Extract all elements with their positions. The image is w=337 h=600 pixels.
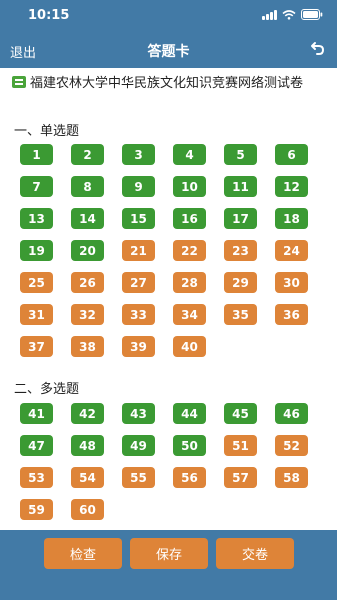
- question-57-button[interactable]: 57: [224, 467, 257, 488]
- question-3-button[interactable]: 3: [122, 144, 155, 165]
- question-27-button[interactable]: 27: [122, 272, 155, 293]
- nav-bar: 退出 答题卡: [0, 32, 337, 68]
- question-46-button[interactable]: 46: [275, 403, 308, 424]
- question-43-button[interactable]: 43: [122, 403, 155, 424]
- question-30-button[interactable]: 30: [275, 272, 308, 293]
- section-title-single: 一、单选题: [14, 124, 80, 139]
- question-37-button[interactable]: 37: [20, 336, 53, 357]
- status-time: 10:15: [28, 8, 70, 23]
- question-18-button[interactable]: 18: [275, 208, 308, 229]
- signal-icon: [262, 9, 277, 20]
- question-6-button[interactable]: 6: [275, 144, 308, 165]
- check-button[interactable]: 检查: [44, 538, 122, 569]
- save-button[interactable]: 保存: [130, 538, 208, 569]
- question-29-button[interactable]: 29: [224, 272, 257, 293]
- question-grid-multi: 41 42 43 44 45 46 47 48 49 50 51 52 53 54 55 56 57 58 59 60: [20, 403, 320, 520]
- question-grid-single: 1 2 3 4 5 6 7 8 9 10 11 12 13 14 15 16 17 18 19 20 21 22 23 24 2…: [20, 144, 320, 357]
- question-56-button[interactable]: 56: [173, 467, 206, 488]
- document-icon: [12, 76, 26, 88]
- question-21-button[interactable]: 21: [122, 240, 155, 261]
- question-12-button[interactable]: 12: [275, 176, 308, 197]
- question-38-button[interactable]: 38: [71, 336, 104, 357]
- status-icons: [262, 9, 323, 20]
- question-55-button[interactable]: 55: [122, 467, 155, 488]
- battery-icon: [301, 9, 323, 20]
- question-52-button[interactable]: 52: [275, 435, 308, 456]
- question-28-button[interactable]: 28: [173, 272, 206, 293]
- question-32-button[interactable]: 32: [71, 304, 104, 325]
- section-title-multi: 二、多选题: [14, 382, 80, 397]
- question-9-button[interactable]: 9: [122, 176, 155, 197]
- question-49-button[interactable]: 49: [122, 435, 155, 456]
- question-19-button[interactable]: 19: [20, 240, 53, 261]
- question-59-button[interactable]: 59: [20, 499, 53, 520]
- question-50-button[interactable]: 50: [173, 435, 206, 456]
- question-24-button[interactable]: 24: [275, 240, 308, 261]
- question-20-button[interactable]: 20: [71, 240, 104, 261]
- exam-title: 福建农林大学中华民族文化知识竞赛网络测试卷: [12, 74, 330, 94]
- wifi-icon: [282, 9, 296, 20]
- question-35-button[interactable]: 35: [224, 304, 257, 325]
- question-40-button[interactable]: 40: [173, 336, 206, 357]
- question-17-button[interactable]: 17: [224, 208, 257, 229]
- question-25-button[interactable]: 25: [20, 272, 53, 293]
- question-60-button[interactable]: 60: [71, 499, 104, 520]
- page-title: 答题卡: [147, 44, 190, 60]
- status-bar: 10:15: [0, 0, 337, 32]
- question-5-button[interactable]: 5: [224, 144, 257, 165]
- question-58-button[interactable]: 58: [275, 467, 308, 488]
- question-33-button[interactable]: 33: [122, 304, 155, 325]
- question-36-button[interactable]: 36: [275, 304, 308, 325]
- submit-button[interactable]: 交卷: [216, 538, 294, 569]
- question-23-button[interactable]: 23: [224, 240, 257, 261]
- question-11-button[interactable]: 11: [224, 176, 257, 197]
- question-10-button[interactable]: 10: [173, 176, 206, 197]
- question-54-button[interactable]: 54: [71, 467, 104, 488]
- question-48-button[interactable]: 48: [71, 435, 104, 456]
- question-47-button[interactable]: 47: [20, 435, 53, 456]
- question-31-button[interactable]: 31: [20, 304, 53, 325]
- exam-title-text: 福建农林大学中华民族文化知识竞赛网络测试卷: [30, 76, 304, 91]
- bottom-action-bar: 检查 保存 交卷: [0, 530, 337, 600]
- question-13-button[interactable]: 13: [20, 208, 53, 229]
- question-2-button[interactable]: 2: [71, 144, 104, 165]
- question-53-button[interactable]: 53: [20, 467, 53, 488]
- question-16-button[interactable]: 16: [173, 208, 206, 229]
- exit-button[interactable]: 退出: [10, 42, 36, 61]
- question-44-button[interactable]: 44: [173, 403, 206, 424]
- answer-sheet: 福建农林大学中华民族文化知识竞赛网络测试卷 一、单选题 1 2 3 4 5 6 7 8 9 10 1…: [0, 68, 337, 530]
- question-15-button[interactable]: 15: [122, 208, 155, 229]
- question-34-button[interactable]: 34: [173, 304, 206, 325]
- question-22-button[interactable]: 22: [173, 240, 206, 261]
- question-14-button[interactable]: 14: [71, 208, 104, 229]
- question-42-button[interactable]: 42: [71, 403, 104, 424]
- question-26-button[interactable]: 26: [71, 272, 104, 293]
- undo-icon[interactable]: [307, 40, 327, 60]
- question-41-button[interactable]: 41: [20, 403, 53, 424]
- question-4-button[interactable]: 4: [173, 144, 206, 165]
- question-7-button[interactable]: 7: [20, 176, 53, 197]
- question-8-button[interactable]: 8: [71, 176, 104, 197]
- question-51-button[interactable]: 51: [224, 435, 257, 456]
- question-45-button[interactable]: 45: [224, 403, 257, 424]
- question-1-button[interactable]: 1: [20, 144, 53, 165]
- question-39-button[interactable]: 39: [122, 336, 155, 357]
